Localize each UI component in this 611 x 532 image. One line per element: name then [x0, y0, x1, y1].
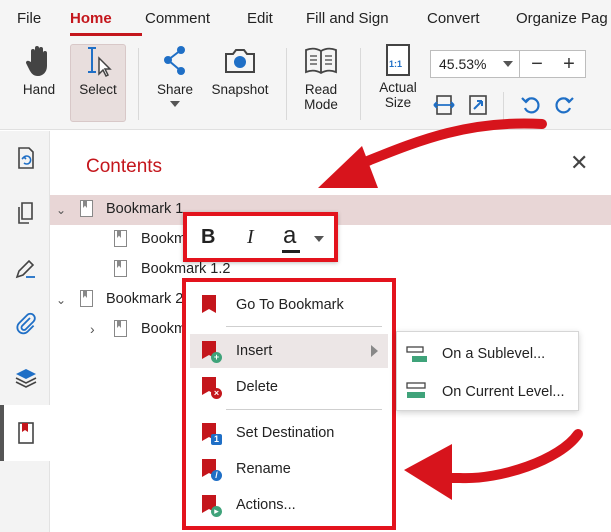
arrowhead-context-menu: [404, 444, 452, 500]
arrow-to-format-toolbar: [347, 118, 547, 173]
arrow-to-context-menu: [435, 429, 583, 484]
arrowhead-format-toolbar: [318, 146, 378, 188]
annotation-arrows: [318, 118, 583, 500]
